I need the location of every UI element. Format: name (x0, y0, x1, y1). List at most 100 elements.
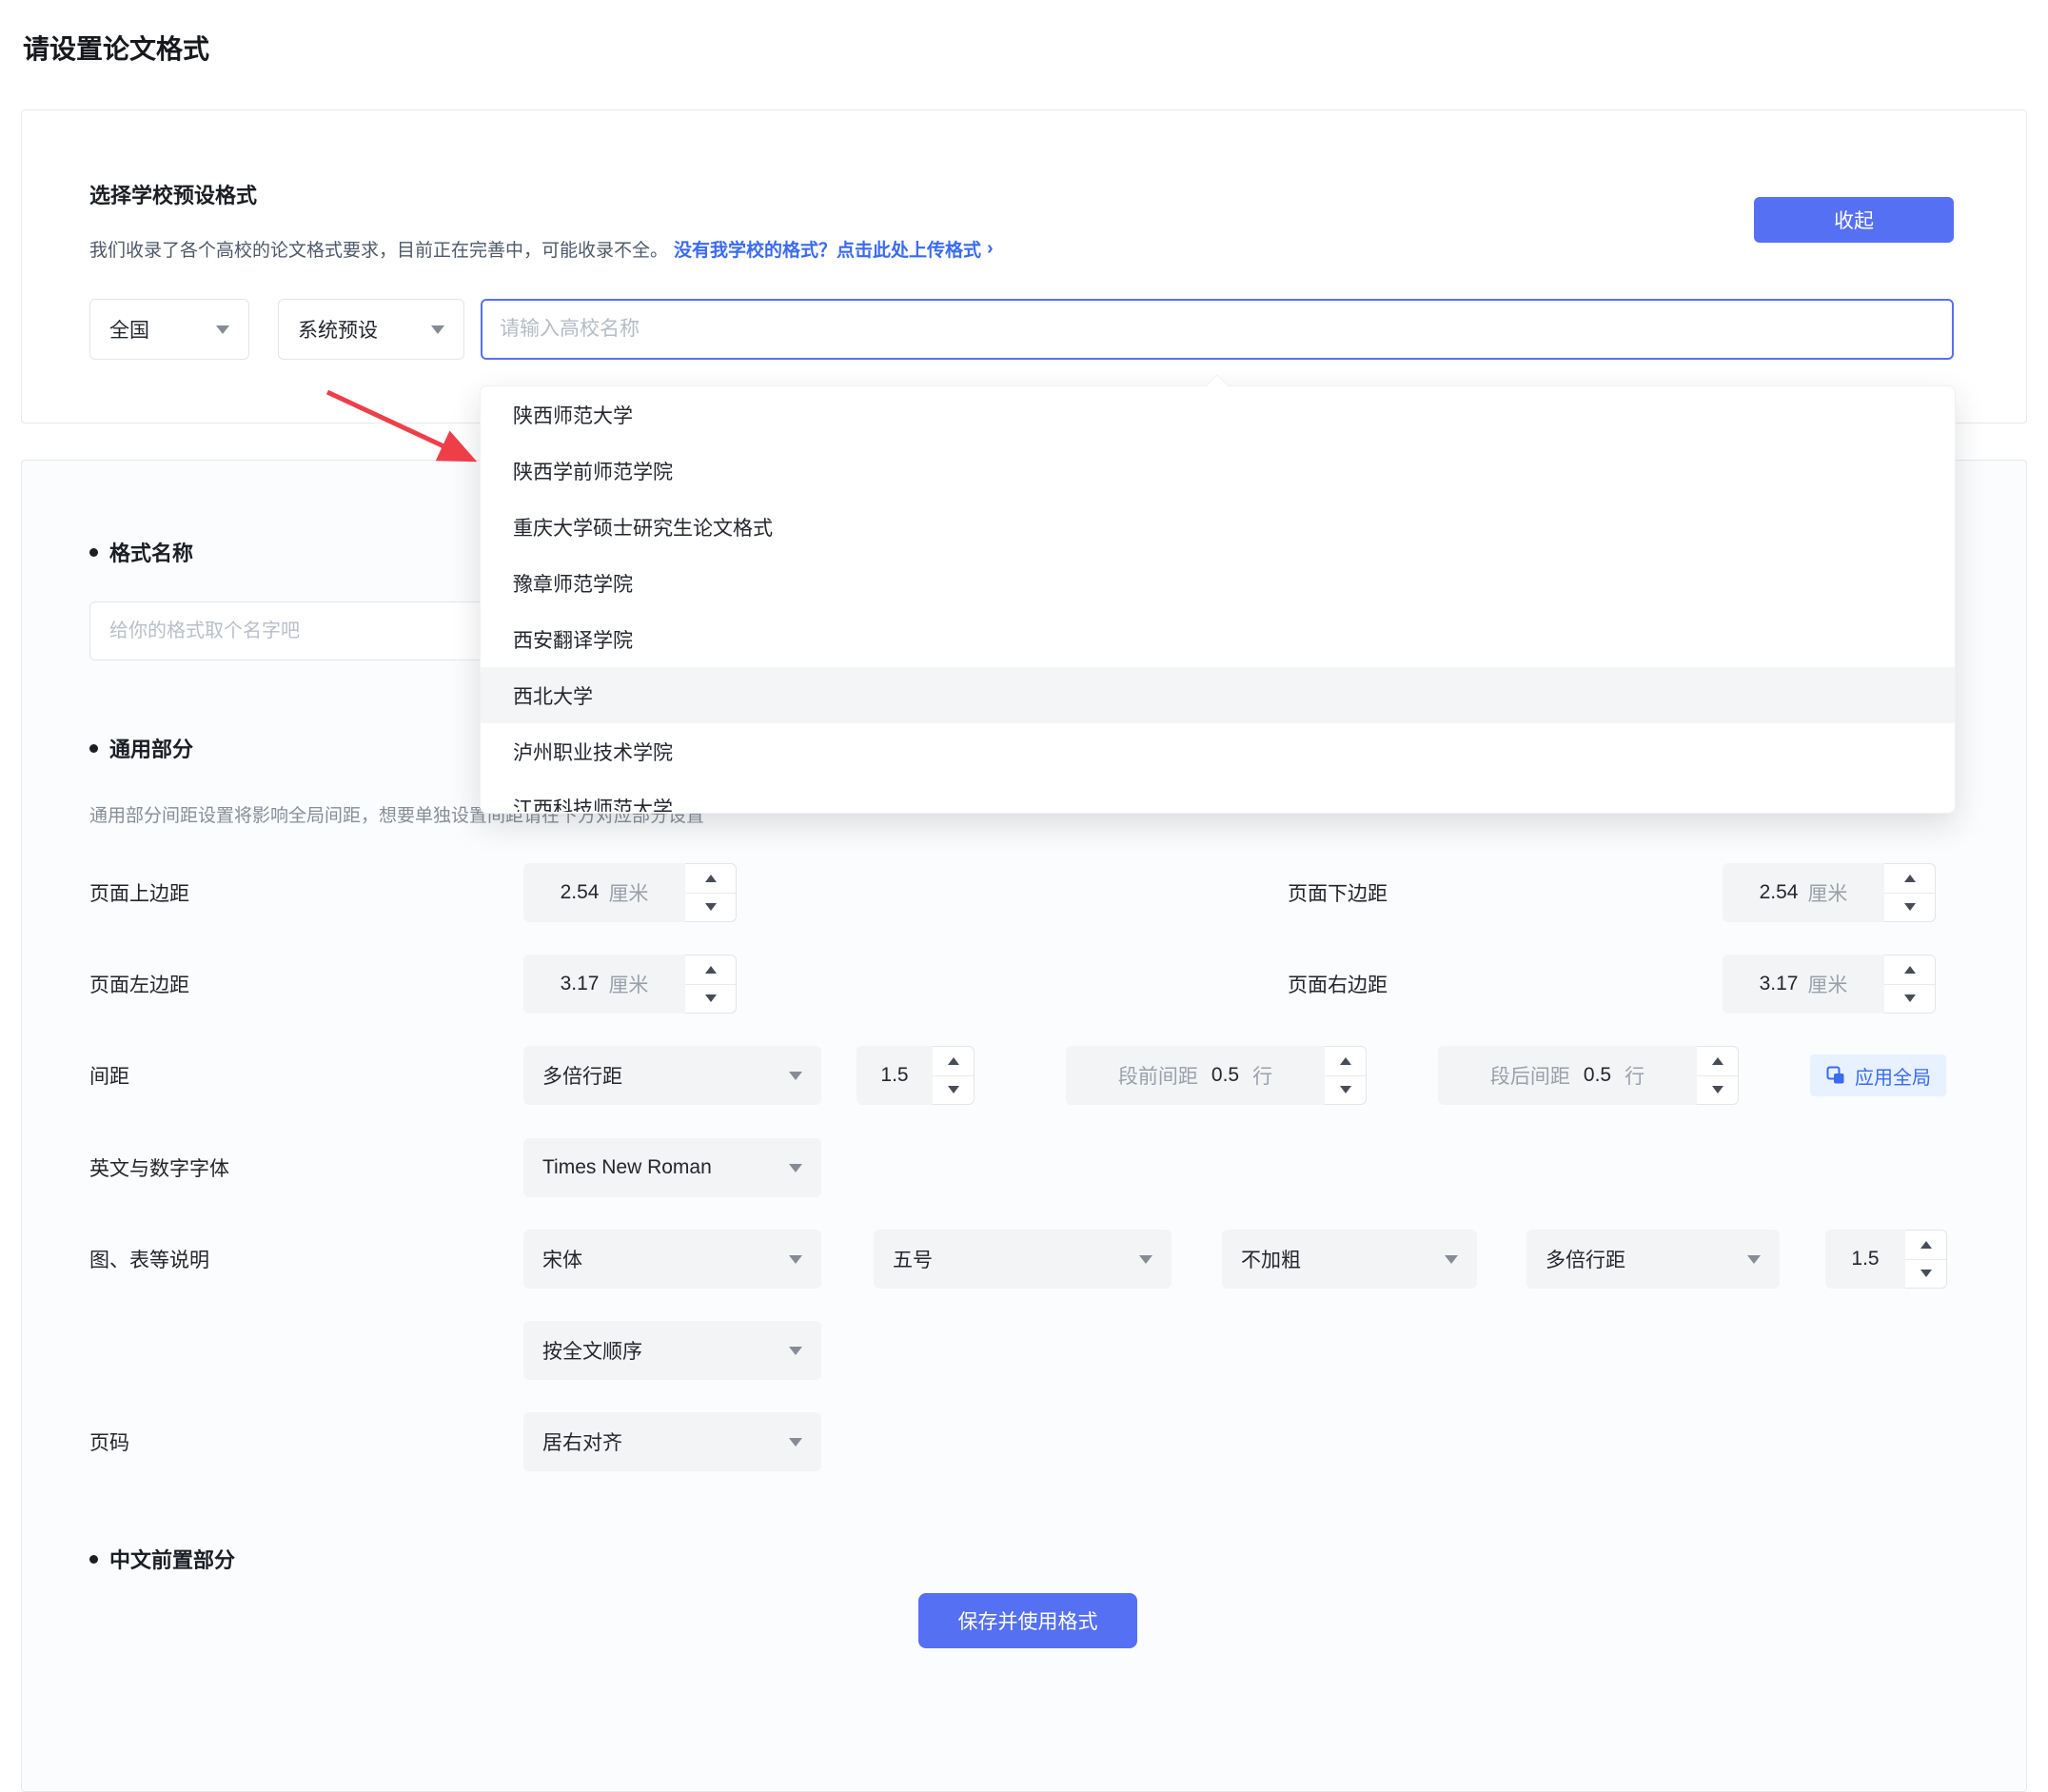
caption-weight-select[interactable]: 不加粗 (1222, 1230, 1477, 1289)
apply-global-button[interactable]: 应用全局 (1810, 1054, 1946, 1096)
caption-numbering-value: 按全文顺序 (542, 1336, 642, 1365)
caption-line-stepper (1905, 1230, 1947, 1289)
line-spacing-value[interactable]: 1.5 (857, 1046, 933, 1105)
page-number-align-value: 居右对齐 (542, 1428, 622, 1456)
caption-font-select[interactable]: 宋体 (523, 1230, 821, 1289)
chevron-down-icon (431, 325, 444, 334)
caption-line-value-control: 1.5 (1825, 1230, 1947, 1289)
preset-card: 选择学校预设格式 我们收录了各个高校的论文格式要求，目前正在完善中，可能收录不全… (21, 109, 2027, 423)
space-before-value[interactable]: 段前间距 0.5 行 (1066, 1046, 1325, 1105)
bullet-icon (89, 744, 98, 753)
chevron-down-icon (789, 1072, 802, 1080)
school-dropdown-list: 陕西师范大学 陕西学前师范学院 重庆大学硕士研究生论文格式 豫章师范学院 西安翻… (481, 386, 1955, 812)
school-option[interactable]: 陕西师范大学 (481, 386, 1955, 443)
stepper-down-icon[interactable] (685, 985, 736, 1014)
collapse-button[interactable]: 收起 (1754, 197, 1954, 243)
stepper-up-icon[interactable] (685, 955, 736, 985)
stepper-down-icon[interactable] (1905, 1260, 1946, 1289)
space-before-number: 0.5 (1211, 1064, 1239, 1087)
apply-global-icon (1825, 1065, 1846, 1086)
margin-top-label: 页面上边距 (89, 863, 189, 922)
margin-bottom-value[interactable]: 2.54 厘米 (1723, 863, 1884, 922)
stepper-down-icon[interactable] (1884, 985, 1935, 1014)
caption-size-value: 五号 (893, 1245, 933, 1273)
margin-bottom-stepper (1884, 863, 1936, 922)
preset-description-text: 我们收录了各个高校的论文格式要求，目前正在完善中，可能收录不全。 (89, 236, 668, 262)
chevron-down-icon (789, 1255, 802, 1264)
chevron-down-icon (789, 1164, 802, 1172)
upload-format-link[interactable]: 没有我学校的格式？点击此处上传格式 (674, 236, 981, 262)
margin-top-number: 2.54 (561, 881, 600, 904)
school-option[interactable]: 豫章师范学院 (481, 555, 1955, 611)
general-section-heading: 通用部分 (89, 733, 193, 763)
caption-line-value[interactable]: 1.5 (1825, 1230, 1905, 1289)
chinese-front-heading-text: 中文前置部分 (109, 1544, 235, 1574)
margin-left-control: 3.17 厘米 (523, 955, 737, 1014)
stepper-down-icon[interactable] (1884, 894, 1935, 922)
chevron-down-icon (1747, 1255, 1761, 1264)
stepper-up-icon[interactable] (685, 864, 736, 894)
margin-top-value[interactable]: 2.54 厘米 (523, 863, 685, 922)
source-filter-value: 系统预设 (298, 315, 378, 344)
bullet-icon (89, 1555, 98, 1564)
latin-font-value: Times New Roman (542, 1156, 712, 1179)
space-after-stepper (1697, 1046, 1739, 1105)
school-option[interactable]: 陕西学前师范学院 (481, 443, 1955, 499)
latin-font-label: 英文与数字字体 (89, 1138, 229, 1197)
caption-numbering-select[interactable]: 按全文顺序 (523, 1321, 821, 1380)
caption-weight-value: 不加粗 (1241, 1245, 1301, 1273)
caption-size-select[interactable]: 五号 (874, 1230, 1172, 1289)
save-and-use-button[interactable]: 保存并使用格式 (918, 1593, 1137, 1648)
latin-font-select[interactable]: Times New Roman (523, 1138, 821, 1197)
margin-bottom-unit: 厘米 (1807, 878, 1847, 907)
stepper-down-icon[interactable] (685, 894, 736, 922)
stepper-down-icon[interactable] (1325, 1076, 1366, 1105)
page-number-label: 页码 (89, 1412, 129, 1471)
school-option-highlighted[interactable]: 西北大学 (481, 667, 1955, 723)
chevron-down-icon (789, 1438, 802, 1447)
space-before-stepper (1325, 1046, 1367, 1105)
line-spacing-value-control: 1.5 (857, 1046, 975, 1105)
chevron-down-icon (1139, 1255, 1152, 1264)
stepper-down-icon[interactable] (933, 1076, 974, 1105)
margin-top-stepper (685, 863, 737, 922)
margin-right-stepper (1884, 955, 1936, 1014)
caption-label: 图、表等说明 (89, 1230, 209, 1289)
stepper-up-icon[interactable] (1905, 1231, 1946, 1260)
stepper-down-icon[interactable] (1697, 1076, 1738, 1105)
chinese-front-heading: 中文前置部分 (89, 1544, 235, 1574)
annotation-arrow (314, 383, 490, 473)
margin-bottom-label: 页面下边距 (1288, 863, 1388, 922)
page-number-align-select[interactable]: 居右对齐 (523, 1412, 821, 1471)
margin-top-unit: 厘米 (608, 878, 648, 907)
apply-global-label: 应用全局 (1855, 1062, 1931, 1090)
stepper-up-icon[interactable] (1884, 864, 1935, 894)
stepper-up-icon[interactable] (1884, 955, 1935, 985)
margin-right-label: 页面右边距 (1288, 955, 1388, 1014)
page-title: 请设置论文格式 (23, 29, 209, 67)
space-before-label: 段前间距 (1118, 1061, 1198, 1090)
school-option[interactable]: 江西科技师范大学 (481, 779, 1955, 812)
chevron-right-icon: › (987, 238, 994, 260)
bullet-icon (89, 548, 98, 557)
region-filter-select[interactable]: 全国 (89, 299, 249, 360)
line-spacing-mode-value: 多倍行距 (542, 1061, 622, 1090)
stepper-up-icon[interactable] (933, 1047, 974, 1076)
margin-left-number: 3.17 (561, 973, 600, 995)
space-after-value[interactable]: 段后间距 0.5 行 (1438, 1046, 1697, 1105)
spacing-label: 间距 (89, 1046, 129, 1105)
caption-line-number: 1.5 (1851, 1248, 1879, 1270)
margin-left-value[interactable]: 3.17 厘米 (523, 955, 685, 1014)
school-option[interactable]: 重庆大学硕士研究生论文格式 (481, 499, 1955, 555)
margin-left-unit: 厘米 (608, 970, 648, 998)
margin-left-label: 页面左边距 (89, 955, 189, 1014)
margin-right-value[interactable]: 3.17 厘米 (1723, 955, 1884, 1014)
school-search-input[interactable] (481, 299, 1954, 360)
line-spacing-mode-select[interactable]: 多倍行距 (523, 1046, 821, 1105)
source-filter-select[interactable]: 系统预设 (278, 299, 464, 360)
caption-line-spacing-select[interactable]: 多倍行距 (1526, 1230, 1780, 1289)
school-option[interactable]: 西安翻译学院 (481, 611, 1955, 667)
school-option[interactable]: 泸州职业技术学院 (481, 723, 1955, 779)
stepper-up-icon[interactable] (1697, 1047, 1738, 1076)
stepper-up-icon[interactable] (1325, 1047, 1366, 1076)
